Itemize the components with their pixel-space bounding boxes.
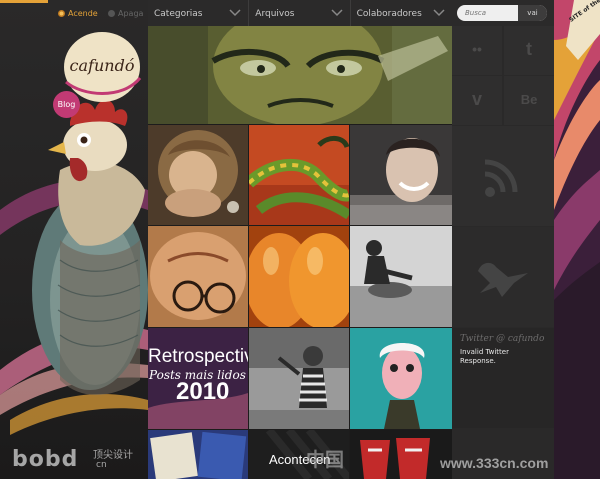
moon-icon <box>108 10 115 17</box>
blog-badge[interactable]: Blog <box>53 91 80 118</box>
light-switch: Acende Apaga <box>0 0 148 26</box>
behance-icon: Be <box>520 92 538 107</box>
post-image <box>249 125 349 225</box>
post-image <box>148 430 248 479</box>
post-thumbnail[interactable] <box>148 430 248 479</box>
chevron-down-icon <box>433 9 445 17</box>
vimeo-button[interactable]: v <box>452 76 502 125</box>
post-thumbnail[interactable] <box>350 226 452 327</box>
vimeo-icon: v <box>471 89 482 109</box>
twitter-bird-tile[interactable] <box>452 227 554 327</box>
post-image <box>148 125 248 225</box>
post-image <box>249 226 349 327</box>
post-thumbnail[interactable] <box>350 125 452 225</box>
search-bar: vai <box>452 0 554 26</box>
decorative-swooshes <box>554 0 600 479</box>
right-sidebar: vai •• t v Be Twitter @ cafundo Invalid … <box>452 0 554 479</box>
twitter-button[interactable]: t <box>504 26 554 75</box>
behance-button[interactable]: Be <box>504 76 554 125</box>
switch-off-button[interactable]: Apaga <box>108 9 143 18</box>
twitter-bird-icon <box>478 262 528 297</box>
site-watermark: www.333cn.com <box>440 455 549 471</box>
flickr-button[interactable]: •• <box>452 26 502 75</box>
sun-icon <box>58 10 65 17</box>
search-button[interactable]: vai <box>518 5 547 21</box>
rooster-illustration <box>0 100 148 435</box>
bobd-watermark: bobd <box>12 447 79 472</box>
main-nav: Categorias Arquivos Colaboradores <box>148 0 452 26</box>
post-thumbnail[interactable] <box>148 226 248 327</box>
post-thumbnail[interactable] <box>249 328 349 429</box>
retrospective-post[interactable]: Retrospectiv Posts mais lidos e 2010 <box>148 328 248 429</box>
retrospective-year: 2010 <box>176 378 230 405</box>
post-thumbnail[interactable] <box>148 125 248 225</box>
twitter-widget-message: Invalid Twitter Response. <box>460 348 509 365</box>
post-image <box>350 125 452 225</box>
post-thumbnail[interactable] <box>249 125 349 225</box>
post-image <box>249 328 349 429</box>
left-sidebar: Acende Apaga cafundó Blog bobd 顶尖设计 cn <box>0 0 148 479</box>
post-grid: Retrospectiv Posts mais lidos e 2010 Aco… <box>148 26 452 479</box>
tab-arquivos[interactable]: Arquivos <box>249 0 351 26</box>
chevron-down-icon <box>331 9 343 17</box>
logo-text: cafundó <box>69 56 135 75</box>
rss-button[interactable] <box>452 126 554 226</box>
flickr-icon: •• <box>472 41 482 57</box>
post-image <box>148 226 248 327</box>
post-thumbnail[interactable] <box>249 226 349 327</box>
post-image <box>350 226 452 327</box>
rss-icon <box>484 159 518 197</box>
post-thumbnail[interactable] <box>350 328 452 429</box>
featured-post[interactable] <box>148 26 452 124</box>
retrospective-title: Retrospectiv <box>148 346 248 367</box>
featured-post-image <box>148 26 452 124</box>
bobd-watermark-cn: 顶尖设计 <box>93 450 133 461</box>
post-thumbnail[interactable] <box>350 430 452 479</box>
chevron-down-icon <box>229 9 241 17</box>
twitter-widget-title: Twitter @ cafundo <box>460 334 545 344</box>
cn-watermark: 中国 <box>306 449 345 471</box>
tab-colaboradores[interactable]: Colaboradores <box>351 0 452 26</box>
bobd-watermark-url: cn <box>96 460 107 470</box>
post-image <box>350 328 452 429</box>
twitter-widget: Twitter @ cafundo Invalid Twitter Respon… <box>452 328 554 428</box>
twitter-icon: t <box>526 39 532 59</box>
tab-categorias[interactable]: Categorias <box>148 0 250 26</box>
post-image <box>350 430 452 479</box>
switch-on-button[interactable]: Acende <box>58 9 98 18</box>
